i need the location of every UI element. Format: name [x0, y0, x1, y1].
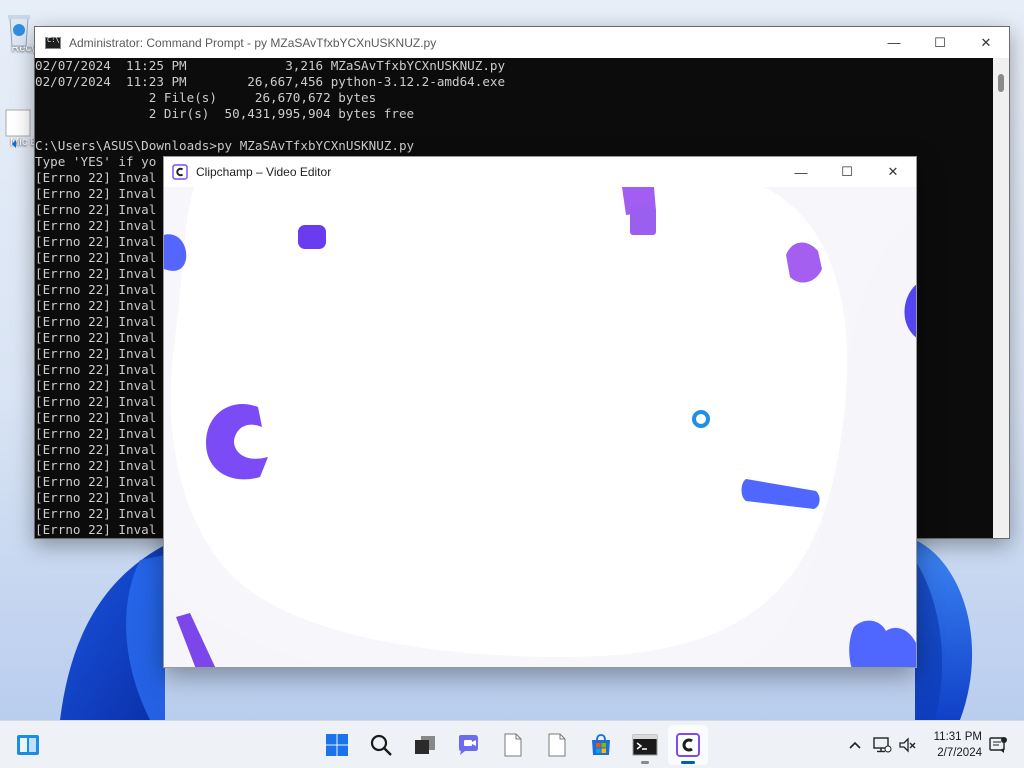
terminal-button[interactable] [625, 725, 665, 765]
search-icon [370, 734, 392, 756]
file-icon [504, 733, 522, 757]
decor-shape [849, 620, 916, 667]
loading-illustration [164, 187, 916, 667]
task-view-icon [415, 736, 435, 754]
windows-logo-icon [326, 734, 348, 756]
console-line: 02/07/2024 11:25 PM 3,216 MZaSAvTfxbYCXn… [35, 58, 506, 73]
file-icon [548, 733, 566, 757]
chat-button[interactable] [449, 725, 489, 765]
chat-icon [459, 735, 478, 755]
clock-date: 2/7/2024 [937, 747, 982, 759]
store-button[interactable] [581, 725, 621, 765]
volume-button[interactable] [898, 733, 918, 757]
network-button[interactable] [872, 733, 892, 757]
console-line: 2 Dir(s) 50,431,995,904 bytes free [35, 106, 415, 121]
clipchamp-loading-screen [164, 187, 916, 667]
decor-shape [298, 225, 326, 249]
taskbar: 11:31 PM 2/7/2024 [0, 720, 1024, 768]
clipchamp-minimize-button[interactable]: — [778, 157, 824, 188]
cmd-maximize-button[interactable]: ☐ [917, 27, 963, 58]
notifications-button[interactable] [988, 733, 1008, 757]
active-indicator [681, 761, 695, 764]
cmd-scrollbar[interactable] [993, 58, 1009, 538]
widgets-button[interactable] [8, 725, 48, 765]
file-button-2[interactable] [537, 725, 577, 765]
clipchamp-titlebar[interactable]: Clipchamp – Video Editor — ☐ ✕ [164, 157, 916, 187]
decor-shape [176, 613, 216, 667]
decor-shape [904, 284, 916, 338]
notification-icon [989, 737, 1007, 753]
network-icon [873, 737, 892, 753]
clipchamp-icon [676, 733, 700, 757]
search-button[interactable] [361, 725, 401, 765]
clipchamp-app-icon [172, 164, 188, 180]
clipchamp-maximize-button[interactable]: ☐ [824, 157, 870, 188]
running-indicator [641, 761, 649, 764]
cmd-scrollbar-thumb[interactable] [998, 74, 1004, 92]
console-line: 02/07/2024 11:23 PM 26,667,456 python-3.… [35, 74, 506, 89]
show-hidden-icons-button[interactable] [845, 733, 865, 757]
clipchamp-window[interactable]: Clipchamp – Video Editor — ☐ ✕ [163, 156, 917, 668]
file-button-1[interactable] [493, 725, 533, 765]
clipchamp-close-button[interactable]: ✕ [870, 157, 916, 188]
taskbar-clock[interactable]: 11:31 PM 2/7/2024 [934, 729, 982, 761]
clock-time: 11:31 PM [933, 731, 982, 743]
start-button[interactable] [317, 725, 357, 765]
cmd-app-icon [45, 36, 61, 49]
cmd-titlebar[interactable]: Administrator: Command Prompt - py MZaSA… [35, 27, 1009, 58]
widgets-icon [17, 735, 39, 755]
terminal-icon [632, 734, 658, 756]
decor-shape [630, 207, 656, 235]
clipchamp-button[interactable] [668, 725, 708, 765]
chevron-up-icon [849, 741, 861, 749]
console-line: 2 File(s) 26,670,672 bytes [35, 90, 377, 105]
console-line: C:\Users\ASUS\Downloads>py MZaSAvTfxbYCX… [35, 138, 415, 153]
clipchamp-window-title: Clipchamp – Video Editor [196, 165, 332, 179]
task-view-button[interactable] [405, 725, 445, 765]
volume-muted-icon [899, 737, 916, 753]
cmd-close-button[interactable]: ✕ [963, 27, 1009, 58]
store-icon [592, 734, 610, 755]
cmd-window-title: Administrator: Command Prompt - py MZaSA… [69, 35, 437, 50]
cmd-minimize-button[interactable]: — [871, 27, 917, 58]
